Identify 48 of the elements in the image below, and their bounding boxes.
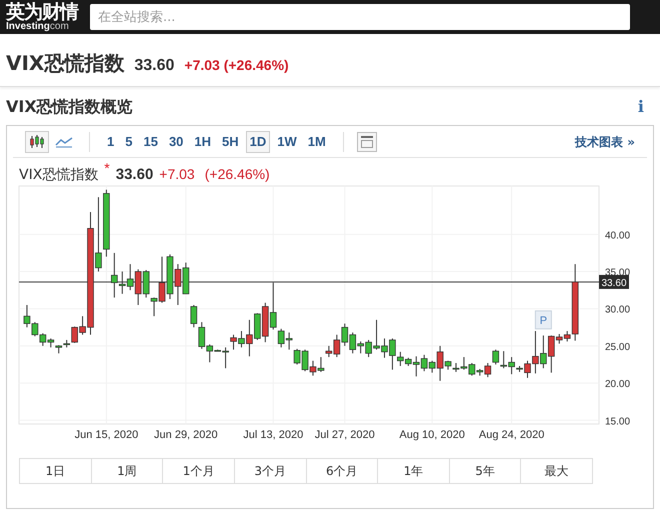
x-axis-label: Aug 24, 2020 [478,429,544,441]
x-axis-label: Jul 13, 2020 [243,429,304,441]
interval-tab[interactable]: 5H [218,130,243,152]
range-tab[interactable]: 1周 [92,459,164,483]
legend-change: +7.03 [159,165,195,184]
interval-tab[interactable]: 1 [103,130,118,152]
quote-price: 33.60 [134,56,174,76]
range-tab[interactable]: 1年 [378,459,450,483]
y-axis-label: 40.00 [605,230,630,242]
range-tab[interactable]: 3个月 [234,459,306,483]
interval-tab[interactable]: 1M [304,130,330,152]
technical-chart-link[interactable]: 技术图表 » [575,132,635,150]
quote-title: VIX恐慌指数 [6,50,124,77]
legend-price: 33.60 [116,165,154,185]
info-icon[interactable]: i [638,95,654,119]
interval-tab[interactable]: 30 [164,130,188,152]
live-marker: * [104,159,110,178]
interval-tab[interactable]: 1W [273,130,301,152]
range-tab[interactable]: 6个月 [306,459,378,483]
candlestick-icon [29,134,45,148]
interval-tab[interactable]: 5 [121,130,136,152]
range-tab[interactable]: 1个月 [163,459,235,483]
logo[interactable]: 英为财情 Investingcom [6,2,78,32]
legend-percent: (+26.46%) [204,165,270,184]
y-axis-label: 30.00 [605,304,630,316]
x-axis-label: Jun 29, 2020 [154,429,218,441]
line-chart-icon [55,136,73,148]
price-label: 33.60 [599,274,629,289]
section-title: VIX恐慌指数概览 [6,96,133,118]
y-axis-label: 15.00 [605,416,630,428]
range-tab[interactable]: 5年 [450,459,522,483]
range-tab[interactable]: 最大 [521,459,592,483]
x-axis-label: Aug 10, 2020 [399,429,465,441]
interval-tab[interactable]: 1D [246,130,270,152]
range-tab[interactable]: 1日 [20,459,92,483]
settings-panel-icon[interactable] [356,132,377,152]
candlestick-button[interactable] [25,130,49,152]
legend-name: VIX恐慌指数 [19,166,98,185]
y-axis-label: 25.00 [605,342,630,353]
event-marker[interactable]: P [534,310,552,330]
interval-tab[interactable]: 15 [139,130,162,152]
search-field[interactable]: 在全站搜索... [90,4,630,30]
y-axis-label: 20.00 [605,379,630,390]
quote-change: +7.03 (+26.46%) [184,56,289,75]
ref-line-label: 33.60 [601,278,627,289]
x-axis-label: Jun 15, 2020 [74,429,138,441]
x-axis-label: Jul 27, 2020 [314,429,375,441]
interval-tab[interactable]: 1H [190,130,216,152]
